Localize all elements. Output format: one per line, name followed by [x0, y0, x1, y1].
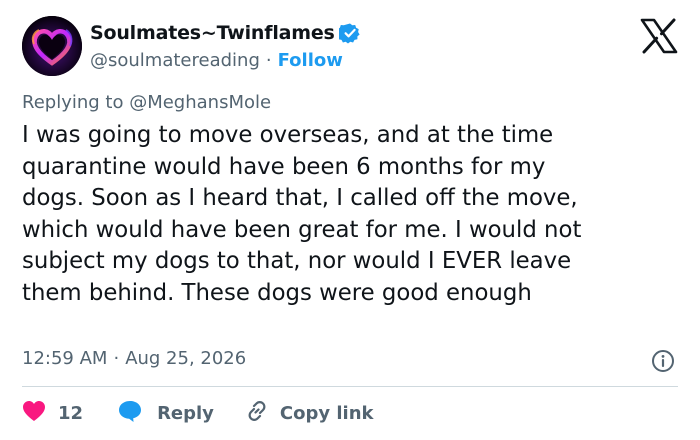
action-bar: 12 Reply Copy link [22, 398, 374, 428]
heart-flame-avatar-image [22, 16, 82, 76]
tweet-text-line: quarantine would have been 6 months for … [22, 153, 546, 180]
x-logo-icon[interactable] [640, 18, 678, 54]
reply-button[interactable]: Reply [117, 399, 214, 428]
speech-bubble-icon [117, 399, 143, 428]
actions-divider [22, 386, 678, 387]
author-display-name[interactable]: Soulmates~Twinflames [90, 22, 335, 44]
heart-icon [22, 400, 46, 427]
author-handle[interactable]: @soulmatereading [90, 50, 260, 71]
tweet-text-line: them behind. These dogs were good enough [22, 279, 532, 306]
handle-separator: · [265, 49, 272, 71]
timestamp-separator: · [113, 348, 120, 369]
copy-link-label: Copy link [279, 402, 374, 424]
replying-to-context: Replying to @MeghansMole [22, 92, 271, 113]
tweet-text-line: which would have been great for me. I wo… [22, 216, 582, 243]
author-avatar[interactable] [22, 16, 82, 76]
tweet-text-line: dogs. Soon as I heard that, I called off… [22, 185, 578, 211]
like-count: 12 [58, 402, 84, 424]
tweet-text-line: subject my dogs to that, nor would I EVE… [22, 248, 572, 274]
reply-label: Reply [157, 402, 214, 424]
tweet-time: 12:59 AM [22, 348, 108, 369]
copy-link-button[interactable]: Copy link [244, 398, 374, 429]
verified-badge-icon [336, 22, 361, 44]
tweet-date: Aug 25, 2026 [125, 348, 247, 369]
tweet-text: I was going to move overseas, and at the… [22, 120, 682, 309]
info-icon[interactable] [651, 349, 675, 373]
like-button[interactable]: 12 [22, 400, 83, 427]
replying-to-mention[interactable]: @MeghansMole [129, 92, 271, 113]
replying-to-prefix: Replying to [22, 92, 130, 113]
link-icon [244, 398, 270, 429]
follow-button[interactable]: Follow [278, 50, 343, 71]
tweet-timestamp[interactable]: 12:59 AM · Aug 25, 2026 [22, 348, 246, 369]
author-handle-row: @soulmatereading · Follow [90, 48, 343, 72]
author-name-row: Soulmates~Twinflames [90, 20, 361, 46]
tweet-text-line: I was going to move overseas, and at the… [22, 122, 554, 148]
